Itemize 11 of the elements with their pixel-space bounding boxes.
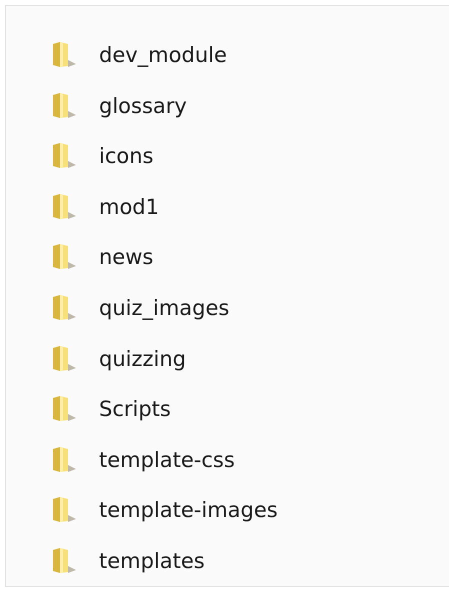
folder-name[interactable]: template-css — [99, 448, 235, 472]
folder-name[interactable]: template-images — [99, 498, 278, 522]
folder-name[interactable]: mod1 — [99, 194, 159, 219]
folder-name[interactable]: Scripts — [99, 397, 171, 422]
folder-name[interactable]: quiz_images — [99, 296, 230, 320]
folder-name[interactable]: icons — [99, 144, 154, 168]
folder-name[interactable]: quizzing — [99, 346, 186, 371]
folder-name[interactable]: glossary — [99, 94, 187, 118]
folder-name[interactable]: news — [99, 245, 154, 270]
folder-name[interactable]: dev_module — [99, 43, 227, 68]
folder-name[interactable]: templates — [99, 548, 205, 573]
